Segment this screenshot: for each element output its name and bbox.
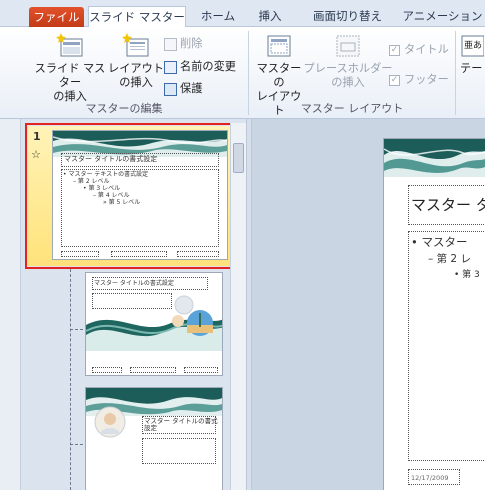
- svg-text:亜あ: 亜あ: [464, 40, 482, 51]
- insert-placeholder-label: プレースホルダー の挿入: [303, 62, 393, 89]
- editor-date-text: 12/17/2009: [411, 474, 449, 482]
- preserve-button[interactable]: 保護: [164, 80, 202, 98]
- thumbnail-scrollbar[interactable]: [230, 123, 246, 490]
- editor-bullet-3: • 第 3: [454, 270, 480, 280]
- preserve-icon: [164, 82, 177, 96]
- delete-icon: [164, 37, 177, 51]
- master-text-line-5: » 第 5 レベル: [103, 199, 141, 206]
- photo-circle-image: [94, 406, 126, 438]
- tab-transitions[interactable]: 画面切り替え: [300, 6, 395, 27]
- layout-thumbnail-title-content[interactable]: マスター タイトルの書式 設定: [85, 387, 223, 490]
- insert-slide-master-label: スライド マスター の挿入: [34, 62, 106, 103]
- body-placeholder: [142, 438, 216, 464]
- master-slide-thumbnail[interactable]: マスター タイトルの書式設定 • マスター テキストの書式設定 – 第 2 レベ…: [52, 130, 228, 260]
- wave-banner-image: [384, 139, 485, 177]
- ribbon: スライド マスター の挿入 レイアウト の挿入 削除 名前の変更 保護 マスター: [0, 27, 485, 119]
- layout-connector-line: [70, 444, 83, 445]
- insert-slide-master-icon: [56, 33, 84, 59]
- checkmark-icon: ✓: [389, 44, 400, 56]
- layout2-title-text: マスター タイトルの書式 設定: [144, 417, 218, 432]
- date-placeholder: [92, 367, 122, 373]
- delete-label: 削除: [180, 37, 203, 50]
- date-placeholder: [61, 251, 99, 257]
- footer-checkbox-label: フッター: [404, 73, 449, 86]
- rename-button[interactable]: 名前の変更: [164, 58, 236, 76]
- layout-connector-line: [70, 269, 71, 490]
- insert-placeholder-icon: [334, 33, 362, 59]
- group-edit-master: スライド マスター の挿入 レイアウト の挿入 削除 名前の変更 保護 マスター: [0, 27, 248, 119]
- slide-number-placeholder: [184, 367, 218, 373]
- star-icon: ☆: [31, 148, 41, 161]
- layout-thumbnail-title-slide[interactable]: マスター タイトルの書式設定: [85, 272, 223, 376]
- insert-slide-master-button[interactable]: スライド マスター の挿入: [30, 33, 110, 104]
- window-left-border: [0, 119, 21, 490]
- ribbon-tab-bar: ファイル スライド マスター ホーム 挿入 画面切り替え アニメーション: [0, 0, 485, 28]
- master-text-line-4: – 第 4 レベル: [93, 192, 130, 199]
- edit-master-group-label: マスターの編集: [85, 102, 163, 115]
- slide-number: 1: [33, 130, 41, 143]
- footer-placeholder: [130, 367, 176, 373]
- group-master-layout: マスターの レイアウト プレースホルダー の挿入 ✓ タイトル ✓ フッター マスタ…: [249, 27, 455, 119]
- master-layout-group-label: マスター レイアウト: [300, 102, 404, 115]
- body-placeholder[interactable]: [408, 231, 485, 461]
- photo-circles-image: [172, 295, 213, 336]
- insert-layout-icon: [122, 33, 150, 59]
- master-slide-canvas[interactable]: マスター タ • マスター – 第 2 レ • 第 3 12/17/2009: [383, 138, 485, 490]
- themes-button[interactable]: 亜あ テー: [460, 33, 485, 76]
- footer-checkbox[interactable]: ✓ フッター: [389, 71, 449, 89]
- title-checkbox-label: タイトル: [404, 43, 449, 56]
- themes-icon: 亜あ: [460, 33, 485, 59]
- tab-home[interactable]: ホーム: [194, 6, 242, 27]
- preserve-label: 保護: [180, 82, 203, 95]
- slide-editing-area: マスター タ • マスター – 第 2 レ • 第 3 12/17/2009: [252, 119, 485, 490]
- slide-number-placeholder: [177, 251, 219, 257]
- master-layout-icon: [265, 33, 293, 59]
- tab-insert[interactable]: 挿入: [250, 6, 290, 27]
- footer-placeholder: [111, 251, 167, 257]
- delete-button[interactable]: 削除: [164, 35, 202, 53]
- layout-connector-line: [70, 329, 83, 330]
- insert-layout-button[interactable]: レイアウト の挿入: [108, 33, 164, 90]
- checkmark-icon: ✓: [389, 74, 400, 86]
- title-checkbox[interactable]: ✓ タイトル: [389, 41, 449, 59]
- master-text-line-3: • 第 3 レベル: [83, 185, 121, 192]
- master-title-text: マスター タイトルの書式設定: [64, 155, 158, 163]
- rename-icon: [164, 60, 177, 74]
- scrollbar-thumb[interactable]: [233, 143, 244, 173]
- insert-placeholder-button[interactable]: プレースホルダー の挿入: [303, 33, 393, 90]
- rename-label: 名前の変更: [180, 60, 236, 73]
- group-separator: [455, 31, 456, 115]
- tab-animations[interactable]: アニメーション: [400, 6, 485, 27]
- insert-layout-label: レイアウト の挿入: [108, 62, 164, 89]
- tab-slide-master[interactable]: スライド マスター: [88, 6, 186, 28]
- layout1-title-text: マスター タイトルの書式設定: [94, 280, 174, 287]
- editor-bullet-2: – 第 2 レ: [428, 253, 471, 265]
- master-text-line-1: • マスター テキストの書式設定: [63, 171, 149, 178]
- editor-bullet-1: • マスター: [411, 235, 468, 249]
- master-text-line-2: – 第 2 レベル: [73, 178, 110, 185]
- tab-file[interactable]: ファイル: [29, 7, 84, 28]
- themes-label: テー: [460, 62, 483, 75]
- editor-title-text: マスター タ: [411, 196, 485, 214]
